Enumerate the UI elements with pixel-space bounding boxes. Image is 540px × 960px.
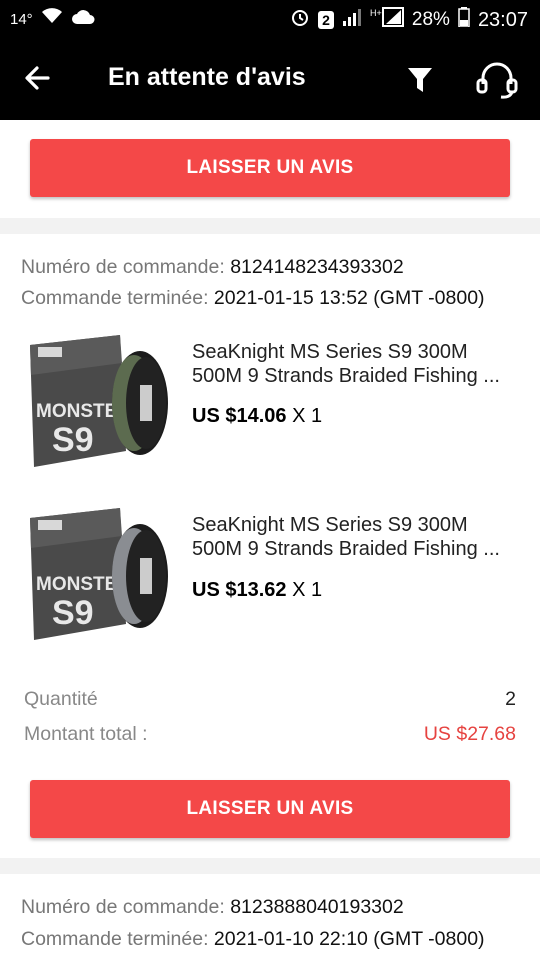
cloud-icon [71, 8, 95, 30]
sim-badge-icon: 2 [318, 11, 334, 29]
quantity-label: Quantité [24, 688, 98, 710]
completed-date: 2021-01-15 13:52 (GMT -0800) [213, 287, 485, 309]
order-number[interactable]: 8123888040193302 [230, 896, 404, 918]
product-thumbnail[interactable]: MONSTER S9 [22, 506, 172, 656]
order-card: Numéro de commande: 8123888040193302 Com… [0, 874, 540, 960]
leave-review-button[interactable]: LAISSER UN AVIS [30, 780, 510, 838]
signal-icon [342, 8, 362, 32]
back-arrow-icon[interactable] [20, 60, 56, 96]
data-signal-icon: H+ [370, 7, 404, 33]
quantity-row: Quantité 2 [24, 688, 516, 711]
completed-label: Commande terminée: [21, 287, 209, 309]
svg-text:H+: H+ [370, 8, 382, 18]
product-title[interactable]: SeaKnight MS Series S9 300M 500M 9 Stran… [192, 340, 517, 388]
headset-support-icon[interactable] [474, 60, 520, 100]
order-number-label: Numéro de commande: [21, 256, 225, 278]
total-label: Montant total : [24, 723, 148, 745]
product-qty: X 1 [292, 579, 323, 601]
product-title[interactable]: SeaKnight MS Series S9 300M 500M 9 Stran… [192, 513, 517, 561]
product-title-line1: SeaKnight MS Series S9 300M [192, 514, 468, 536]
completed-date: 2021-01-10 22:10 (GMT -0800) [213, 928, 485, 950]
completed-date-row: Commande terminée: 2021-01-10 22:10 (GMT… [21, 928, 485, 951]
product-title-line2: 500M 9 Strands Braided Fishing ... [192, 538, 500, 560]
order-card: Numéro de commande: 8124148234393302 Com… [0, 234, 540, 858]
battery-percent: 28% [411, 9, 450, 30]
order-number-row: Numéro de commande: 8124148234393302 [21, 256, 404, 279]
total-row: Montant total : US $27.68 [24, 723, 516, 746]
product-price: US $14.06 [192, 405, 287, 427]
alarm-icon [290, 7, 310, 33]
product-thumbnail[interactable]: MONSTER S9 [22, 333, 172, 483]
battery-icon [458, 7, 470, 33]
temperature: 14° [10, 10, 33, 28]
product-price: US $13.62 [192, 579, 287, 601]
status-bar: 14° 2 H+ 28% 23:07 [0, 0, 540, 38]
product-title-line2: 500M 9 Strands Braided Fishing ... [192, 365, 500, 387]
product-title-line1: SeaKnight MS Series S9 300M [192, 341, 468, 363]
clock: 23:07 [477, 8, 528, 31]
order-number[interactable]: 8124148234393302 [230, 256, 404, 278]
order-number-row: Numéro de commande: 8123888040193302 [21, 896, 404, 919]
completed-date-row: Commande terminée: 2021-01-15 13:52 (GMT… [21, 287, 485, 310]
product-qty: X 1 [292, 405, 323, 427]
product-price-row: US $13.62 X 1 [192, 579, 322, 602]
quantity-value: 2 [505, 688, 516, 710]
wifi-icon [41, 8, 63, 30]
total-value: US $27.68 [423, 723, 516, 745]
order-number-label: Numéro de commande: [21, 896, 225, 918]
leave-review-button[interactable]: LAISSER UN AVIS [30, 139, 510, 197]
completed-label: Commande terminée: [21, 928, 209, 950]
order-card-previous: LAISSER UN AVIS [0, 120, 540, 218]
svg-text:S9: S9 [52, 594, 94, 632]
filter-icon[interactable] [404, 64, 436, 96]
svg-text:S9: S9 [52, 421, 94, 459]
page-title: En attente d'avis [108, 63, 306, 91]
app-bar: En attente d'avis [0, 38, 540, 120]
product-price-row: US $14.06 X 1 [192, 405, 322, 428]
